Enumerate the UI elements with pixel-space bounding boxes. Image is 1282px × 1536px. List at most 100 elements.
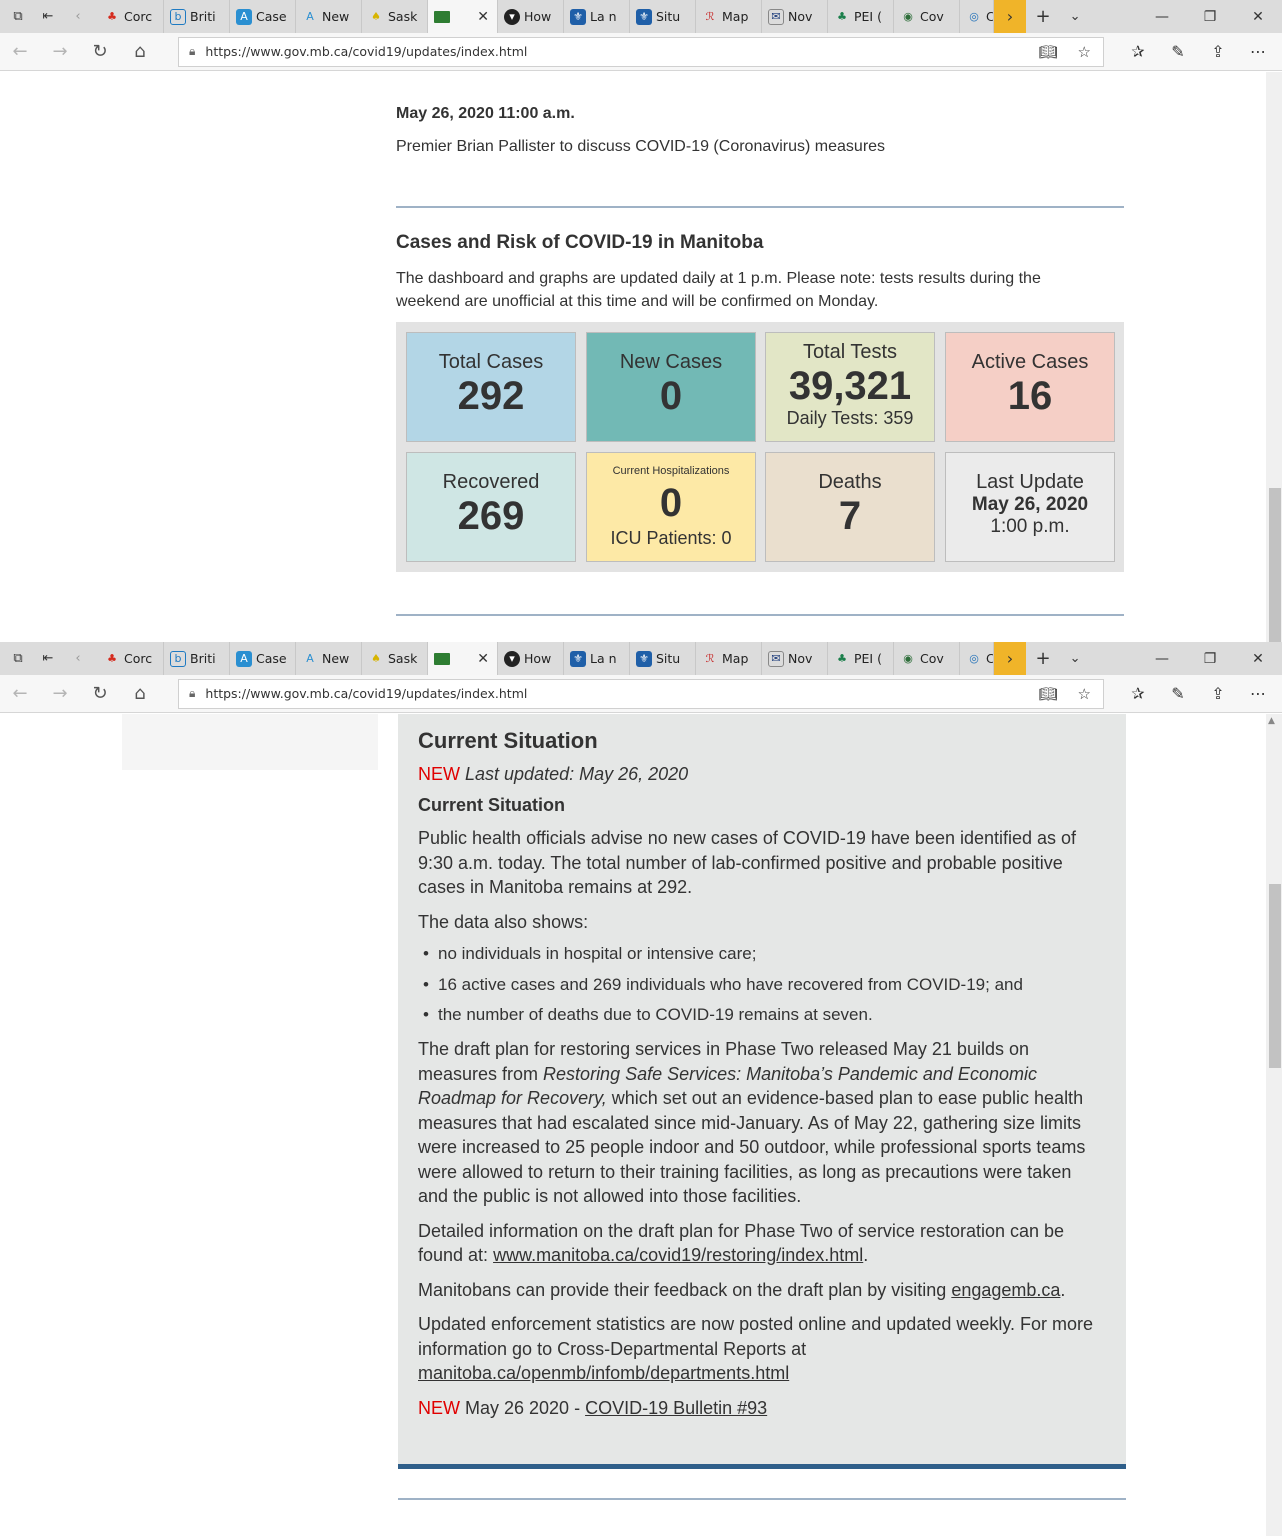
browser-tab[interactable]: A Case xyxy=(230,0,296,33)
favorite-star-icon[interactable]: ☆ xyxy=(1078,43,1091,61)
vertical-scrollbar[interactable] xyxy=(1266,72,1282,642)
toolbar: ✰ ✎ ⇪ ⋯ xyxy=(1126,684,1270,703)
departments-link[interactable]: manitoba.ca/openmb/infomb/departments.ht… xyxy=(418,1363,789,1383)
browser-tab[interactable]: ▾ How xyxy=(498,642,564,675)
close-tab-icon[interactable]: ✕ xyxy=(477,9,489,25)
divider xyxy=(396,614,1124,616)
share-icon[interactable]: ⇪ xyxy=(1206,684,1230,703)
close-tab-icon[interactable]: ✕ xyxy=(477,651,489,667)
refresh-icon[interactable]: ↻ xyxy=(80,683,120,704)
browser-tab[interactable]: ✉ Nov xyxy=(762,0,828,33)
favorites-icon[interactable]: ✰ xyxy=(1126,42,1150,61)
manitoba-icon xyxy=(434,652,450,665)
minimize-icon[interactable]: — xyxy=(1138,0,1186,33)
minimize-icon[interactable]: — xyxy=(1138,642,1186,675)
browser-tab[interactable]: ♠ Sask xyxy=(362,0,428,33)
nl-icon: ◎ xyxy=(969,10,979,23)
new-tab-icon[interactable]: + xyxy=(1036,648,1051,669)
card-value: 39,321 xyxy=(788,364,912,408)
back-icon[interactable]: ← xyxy=(0,41,40,62)
scrollbar-thumb[interactable] xyxy=(1269,488,1281,642)
browser-tab[interactable]: ℛ Map xyxy=(696,0,762,33)
browser-tab[interactable]: ⚜ La n xyxy=(564,642,630,675)
reading-view-icon[interactable]: 📖︎ xyxy=(1039,685,1058,703)
lock-icon: 🔒︎ xyxy=(189,686,196,700)
browser-tab[interactable]: ⚜ Situ xyxy=(630,642,696,675)
scroll-tabs-right-icon[interactable]: › xyxy=(994,0,1026,33)
reading-view-icon[interactable]: 📖︎ xyxy=(1039,43,1058,61)
nl-icon: ◎ xyxy=(969,652,979,665)
card-subtext: Daily Tests: 359 xyxy=(786,408,914,428)
browser-tab[interactable]: ◉ Cov xyxy=(894,642,960,675)
browser-tab[interactable]: ♠ Sask xyxy=(362,642,428,675)
browser-tab[interactable]: b Briti xyxy=(164,0,230,33)
forward-icon[interactable]: → xyxy=(40,41,80,62)
refresh-icon[interactable]: ↻ xyxy=(80,41,120,62)
restore-icon[interactable]: ❐ xyxy=(1186,0,1234,33)
scroll-tabs-left-icon[interactable]: ‹ xyxy=(66,651,90,666)
share-icon[interactable]: ⇪ xyxy=(1206,42,1230,61)
url-field[interactable]: 🔒︎ https://www.gov.mb.ca/covid19/updates… xyxy=(178,678,1104,709)
browser-tab[interactable]: ✉ Nov xyxy=(762,642,828,675)
browser-tab[interactable]: ℛ Map xyxy=(696,642,762,675)
tab-preview-chevron-icon[interactable]: ⌄ xyxy=(1070,9,1081,24)
tab-preview-chevron-icon[interactable]: ⌄ xyxy=(1070,651,1081,666)
browser-tab[interactable]: ♣ PEI ( xyxy=(828,642,894,675)
browser-tab[interactable]: b Briti xyxy=(164,642,230,675)
browser-tab[interactable]: A New xyxy=(296,642,362,675)
browser-tab[interactable]: ⚜ La n xyxy=(564,0,630,33)
forward-icon[interactable]: → xyxy=(40,683,80,704)
page-viewport: Current Situation NEW Last updated: May … xyxy=(0,714,1282,1536)
more-icon[interactable]: ⋯ xyxy=(1246,684,1270,703)
browser-tab-active[interactable]: ✕ xyxy=(428,642,498,675)
favorites-icon[interactable]: ✰ xyxy=(1126,684,1150,703)
new-tag: NEW xyxy=(418,1397,460,1418)
list-item: no individuals in hospital or intensive … xyxy=(418,944,1106,964)
set-aside-tabs-icon[interactable]: ⇤ xyxy=(36,651,60,666)
globe-icon: ◉ xyxy=(903,10,913,23)
browser-tab[interactable]: ◉ Cov xyxy=(894,0,960,33)
browser-tab[interactable]: ▾ How xyxy=(498,0,564,33)
scroll-tabs-right-icon[interactable]: › xyxy=(994,642,1026,675)
tab-overview-icon[interactable]: ⧉ xyxy=(6,651,30,666)
tab-overview-icon[interactable]: ⧉ xyxy=(6,9,30,24)
notes-pen-icon[interactable]: ✎ xyxy=(1166,42,1190,61)
browser-window-bottom: ⧉ ⇤ ‹ ♣ Corc b Briti A Case A New ♠ Sask ✕ ▾ H… xyxy=(0,642,1282,1536)
tab-actions: + ⌄ xyxy=(1026,642,1090,675)
browser-tab[interactable]: ♣ Corc xyxy=(98,0,164,33)
restore-icon[interactable]: ❐ xyxy=(1186,642,1234,675)
vertical-scrollbar[interactable]: ▲ xyxy=(1266,714,1282,1536)
card-value: 0 xyxy=(659,374,683,418)
browser-tab[interactable]: A Case xyxy=(230,642,296,675)
browser-tab-active[interactable]: ✕ xyxy=(428,0,498,33)
restoring-link[interactable]: www.manitoba.ca/covid19/restoring/index.… xyxy=(493,1245,863,1265)
url-field[interactable]: 🔒︎ https://www.gov.mb.ca/covid19/updates… xyxy=(178,36,1104,67)
card-value: 0 xyxy=(659,481,683,525)
home-icon[interactable]: ⌂ xyxy=(120,41,160,62)
home-icon[interactable]: ⌂ xyxy=(120,683,160,704)
close-window-icon[interactable]: ✕ xyxy=(1234,642,1282,675)
notes-pen-icon[interactable]: ✎ xyxy=(1166,684,1190,703)
browser-tab[interactable]: ⚜ Situ xyxy=(630,0,696,33)
last-updated-text: Last updated: May 26, 2020 xyxy=(465,764,689,784)
engagemb-link[interactable]: engagemb.ca xyxy=(951,1280,1060,1300)
bulletin-link[interactable]: COVID-19 Bulletin #93 xyxy=(585,1398,767,1418)
ns-icon: ✉ xyxy=(768,650,784,667)
browser-tab[interactable]: ♣ PEI ( xyxy=(828,0,894,33)
browser-tab[interactable]: ◎ C xyxy=(960,642,994,675)
quebec-icon: ⚜ xyxy=(570,8,586,25)
set-aside-tabs-icon[interactable]: ⇤ xyxy=(36,9,60,24)
last-update-card: Last Update May 26, 2020 1:00 p.m. xyxy=(945,452,1115,562)
new-tab-icon[interactable]: + xyxy=(1036,6,1051,27)
browser-tab[interactable]: ♣ Corc xyxy=(98,642,164,675)
scrollbar-thumb[interactable] xyxy=(1269,884,1281,1068)
tab-bar: ⧉ ⇤ ‹ ♣ Corc b Briti A Case A New ♠ Sask ✕ ▾ H… xyxy=(0,642,1282,675)
close-window-icon[interactable]: ✕ xyxy=(1234,0,1282,33)
browser-tab[interactable]: A New xyxy=(296,0,362,33)
scroll-up-icon[interactable]: ▲ xyxy=(1268,716,1275,726)
favorite-star-icon[interactable]: ☆ xyxy=(1078,685,1091,703)
back-icon[interactable]: ← xyxy=(0,683,40,704)
more-icon[interactable]: ⋯ xyxy=(1246,42,1270,61)
scroll-tabs-left-icon[interactable]: ‹ xyxy=(66,9,90,24)
browser-tab[interactable]: ◎ C xyxy=(960,0,994,33)
